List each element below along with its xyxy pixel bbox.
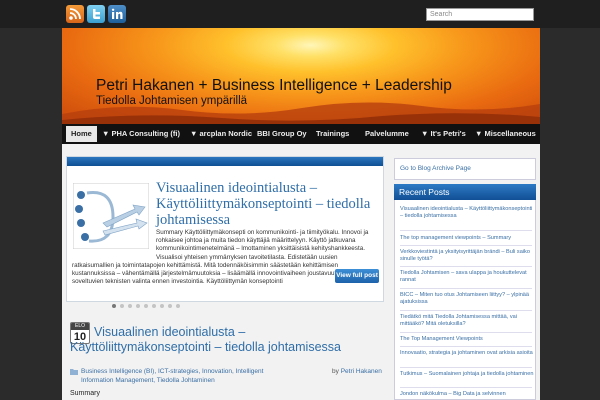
post-categories-line[interactable]: Business Intelligence (BI), ICT-strategi… bbox=[81, 367, 321, 376]
recent-post-link[interactable]: Jondon näkökulma – Big Data ja selvinnen bbox=[400, 391, 534, 398]
site-title[interactable]: Petri Hakanen + Business Intelligence + … bbox=[96, 77, 452, 95]
divider bbox=[400, 266, 532, 267]
recent-post-link[interactable]: Tutkimus – Suomalainen johtaja ja tiedol… bbox=[400, 371, 534, 378]
post-title-text[interactable]: Visuaalinen ideointialusta – Käyttöliitt… bbox=[70, 325, 341, 354]
site-header: Petri Hakanen + Business Intelligence + … bbox=[62, 28, 540, 124]
slide-excerpt-line: soveltuvien teknisten valinta ennen inve… bbox=[72, 278, 283, 286]
slide-excerpt: Summary Käyttöliittymäkonsepti on kommun… bbox=[72, 229, 380, 286]
recent-post-link[interactable]: Tiedolla Johtamisen – sava ulappa ja hou… bbox=[400, 270, 534, 284]
main-nav: Home ▼ PHA Consulting (fi) ▼ arcplan Nor… bbox=[62, 124, 540, 144]
slider-dot[interactable] bbox=[112, 304, 116, 308]
divider bbox=[400, 387, 532, 388]
slide-excerpt-line: Visualisoi yhteisen ymmärryksen tavoitet… bbox=[156, 253, 338, 261]
site-tagline: Tiedolla Johtamisen ympärillä bbox=[96, 95, 248, 107]
recent-post-link[interactable]: The Top Management Viewpoints bbox=[400, 336, 534, 343]
slide-excerpt-line: Summary Käyttöliittymäkonsepti on kommun… bbox=[156, 229, 369, 236]
slider-dot[interactable] bbox=[120, 304, 124, 308]
slider-dot[interactable] bbox=[176, 304, 180, 308]
post-categories[interactable]: Business Intelligence (BI), ICT-strategi… bbox=[81, 367, 321, 385]
divider bbox=[400, 288, 532, 289]
recent-post-link[interactable]: Verkkoviestintä ja yksityisyrittäjän brä… bbox=[400, 249, 534, 263]
linkedin-icon[interactable] bbox=[108, 5, 126, 23]
rss-icon[interactable] bbox=[66, 5, 84, 23]
recent-post-link[interactable]: Tiedätkö mitä Tiedolla Johtamisessa mitt… bbox=[400, 314, 534, 328]
featured-slider: Visuaalinen ideointialusta – Käyttöliitt… bbox=[66, 156, 384, 302]
recent-posts-list: Visuaalinen ideointialusta – Käyttöliitt… bbox=[394, 200, 536, 400]
folder-icon bbox=[70, 369, 78, 375]
recent-post-link[interactable]: The top management viewpoints – Summary bbox=[400, 235, 534, 242]
top-bar: Search bbox=[0, 0, 600, 28]
slide-title[interactable]: Visuaalinen ideointialusta – Käyttöliitt… bbox=[156, 180, 378, 228]
nav-item-miscellaneous[interactable]: ▼ Miscellaneous bbox=[475, 126, 536, 142]
nav-item-palvelumme[interactable]: Palvelumme bbox=[365, 126, 409, 142]
recent-post-link[interactable]: Visuaalinen ideointialusta – Käyttöliitt… bbox=[400, 206, 534, 220]
post-summary-heading: Summary bbox=[70, 390, 100, 397]
slide-excerpt-line: rohkaisee johtoa ja muita tiedon käyttäj… bbox=[156, 237, 356, 245]
search-input[interactable]: Search bbox=[426, 8, 534, 21]
post-categories-line[interactable]: Information Management, Tiedolla Johtami… bbox=[81, 376, 321, 385]
recent-post-link[interactable]: Innovaatio, strategia ja johtaminen ovat… bbox=[400, 350, 534, 357]
byline-prefix: by bbox=[332, 368, 339, 375]
post-title[interactable]: Visuaalinen ideointialusta – Käyttöliitt… bbox=[70, 325, 388, 355]
recent-posts-heading: Recent Posts bbox=[394, 184, 536, 200]
nav-item-bbi-group[interactable]: BBI Group Oy bbox=[257, 126, 307, 142]
divider bbox=[400, 346, 532, 347]
divider bbox=[400, 245, 532, 246]
view-full-post-button[interactable]: View full post bbox=[335, 269, 379, 283]
recent-post-link[interactable]: BICC – Miten tuo otus Johtamiseen liitty… bbox=[400, 292, 534, 306]
post-byline: by Petri Hakanen bbox=[332, 367, 382, 376]
slider-dot[interactable] bbox=[136, 304, 140, 308]
divider bbox=[400, 367, 532, 368]
blog-archive-link[interactable]: Go to Blog Archive Page bbox=[394, 158, 536, 180]
post-author-link[interactable]: Petri Hakanen bbox=[341, 368, 382, 375]
nav-item-trainings[interactable]: Trainings bbox=[316, 126, 349, 142]
slider-dot[interactable] bbox=[144, 304, 148, 308]
nav-item-arcplan-nordic[interactable]: ▼ arcplan Nordic bbox=[190, 126, 252, 142]
slider-dot[interactable] bbox=[168, 304, 172, 308]
divider bbox=[400, 332, 532, 333]
nav-item-pha-consulting[interactable]: ▼ PHA Consulting (fi) bbox=[102, 126, 180, 142]
divider bbox=[400, 310, 532, 311]
slide-excerpt-line: ratkaisumallien ja toimintatapojen kehit… bbox=[72, 261, 339, 269]
slider-dot[interactable] bbox=[128, 304, 132, 308]
slider-dot[interactable] bbox=[152, 304, 156, 308]
slide-excerpt-line: kommunikointimenetelmänä – lmottaminen y… bbox=[156, 245, 365, 253]
divider bbox=[400, 230, 532, 231]
slider-dot[interactable] bbox=[160, 304, 164, 308]
nav-item-home[interactable]: Home bbox=[66, 126, 97, 142]
nav-item-its-petris[interactable]: ▼ It's Petri's bbox=[421, 126, 466, 142]
slide-excerpt-line: kustannuksissa – vähentämällä järjestelm… bbox=[72, 270, 342, 278]
slider-top-bar bbox=[67, 157, 383, 166]
twitter-icon[interactable] bbox=[87, 5, 105, 23]
